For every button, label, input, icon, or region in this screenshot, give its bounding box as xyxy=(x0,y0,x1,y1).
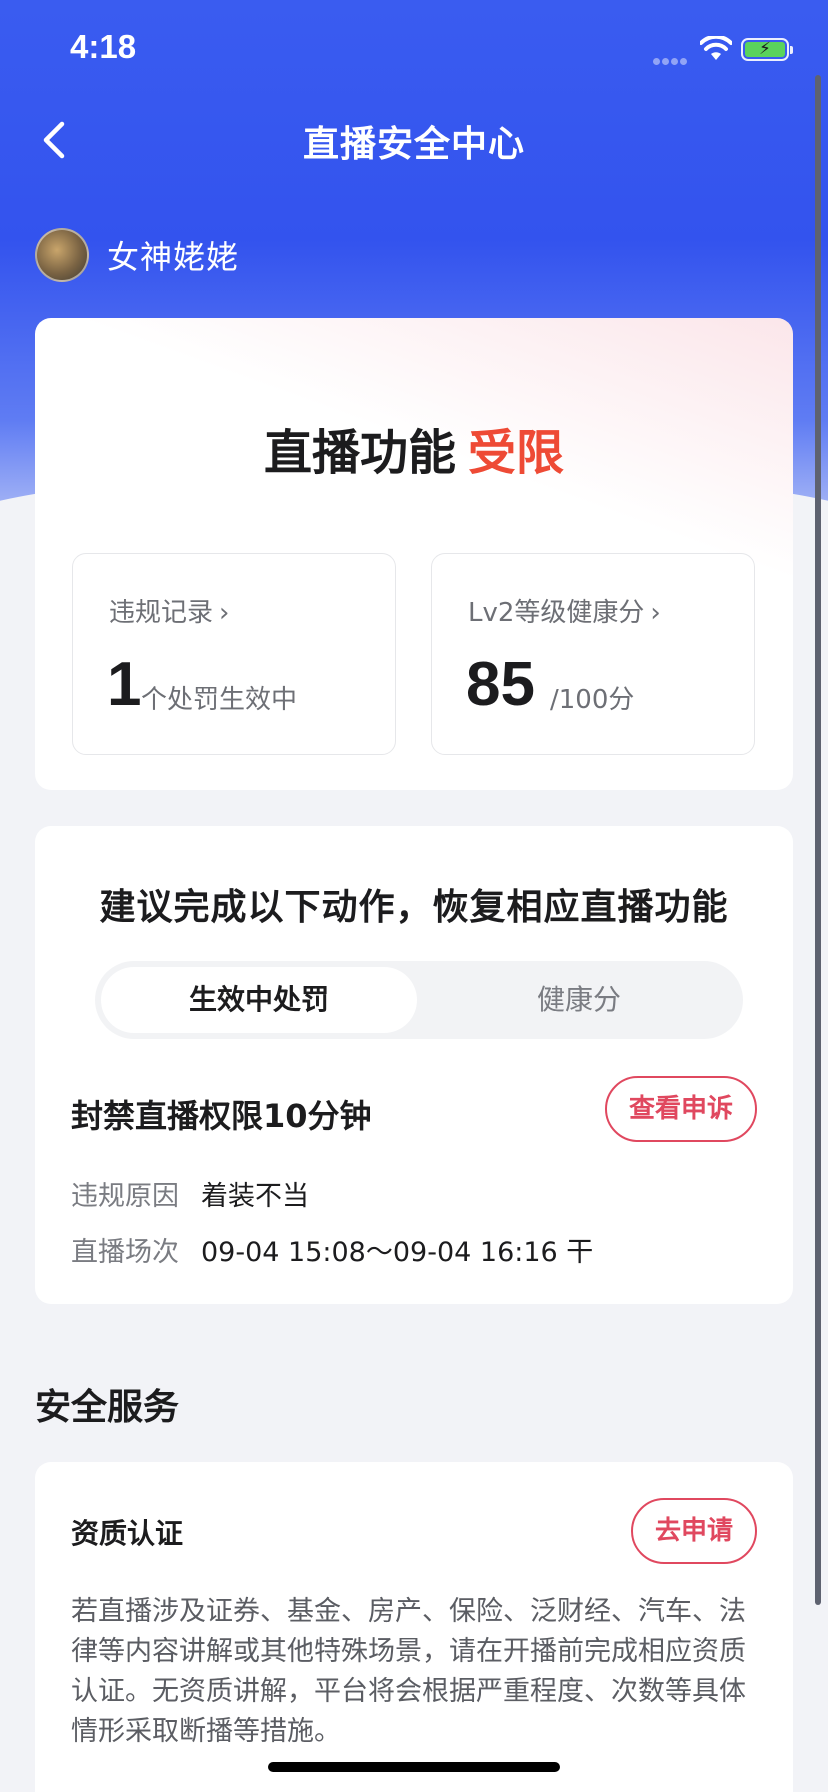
chevron-right-icon: › xyxy=(650,598,661,628)
live-session-value: 09-04 15:08～09-04 16:16 干 xyxy=(201,1237,594,1268)
chevron-right-icon: › xyxy=(219,598,230,628)
violation-record-label[interactable]: 违规记录 › xyxy=(109,592,229,629)
tab-health-score[interactable]: 健康分 xyxy=(421,967,737,1033)
violation-record-box[interactable]: 违规记录 › 1 个处罚生效中 xyxy=(72,553,396,755)
recovery-actions-card: 建议完成以下动作，恢复相应直播功能 生效中处罚 健康分 封禁直播权限10分钟 查… xyxy=(35,826,793,1304)
status-time: 4:18 xyxy=(70,28,137,65)
service-title: 资质认证 xyxy=(71,1517,184,1550)
signal-icon xyxy=(653,50,689,69)
violation-count: 1 xyxy=(107,650,142,719)
status-headline: 直播功能 受限 xyxy=(35,413,793,483)
status-state-badge: 受限 xyxy=(468,425,565,481)
health-score-max: /100分 xyxy=(550,685,635,715)
service-description: 若直播涉及证券、基金、房产、保险、泛财经、汽车、法律等内容讲解或其他特殊场景，请… xyxy=(71,1596,746,1747)
violation-unit: 个处罚生效中 xyxy=(141,685,298,715)
health-score-text: Lv2等级健康分 xyxy=(468,598,645,628)
health-score-value: 85 xyxy=(466,650,535,719)
violation-record-text: 违规记录 xyxy=(109,598,214,628)
penalty-title: 封禁直播权限10分钟 xyxy=(71,1097,372,1135)
health-score-box[interactable]: Lv2等级健康分 › 85 /100分 xyxy=(431,553,755,755)
status-headline-prefix: 直播功能 xyxy=(263,425,456,481)
avatar[interactable] xyxy=(35,228,89,282)
violation-reason-key: 违规原因 xyxy=(71,1181,179,1212)
user-profile[interactable]: 女神姥姥 xyxy=(35,228,239,282)
page-title: 直播安全中心 xyxy=(302,124,525,165)
actions-title: 建议完成以下动作，恢复相应直播功能 xyxy=(99,887,729,928)
live-status-card: 直播功能 受限 违规记录 › 1 个处罚生效中 Lv2等级健康分 › 85 /100分 xyxy=(35,318,793,790)
tab-active-penalties[interactable]: 生效中处罚 xyxy=(101,967,417,1033)
user-name: 女神姥姥 xyxy=(107,238,240,276)
home-indicator[interactable] xyxy=(268,1762,560,1772)
battery-icon: ⚡ xyxy=(741,38,793,61)
violation-reason-row: 违规原因 着装不当 xyxy=(71,1174,309,1213)
navigation-bar: 直播安全中心 xyxy=(0,100,828,180)
status-bar: 4:18 ⚡ xyxy=(0,0,828,100)
safety-services-title: 安全服务 xyxy=(35,1387,180,1428)
live-session-key: 直播场次 xyxy=(71,1237,179,1268)
violation-reason-value: 着装不当 xyxy=(201,1181,309,1212)
view-appeal-button[interactable]: 查看申诉 xyxy=(604,1076,757,1142)
wifi-icon xyxy=(700,36,732,60)
tab-switcher: 生效中处罚 健康分 xyxy=(95,961,743,1039)
qualification-service-card: 资质认证 去申请 若直播涉及证券、基金、房产、保险、泛财经、汽车、法律等内容讲解… xyxy=(35,1462,793,1792)
scrollbar[interactable] xyxy=(815,75,821,1605)
apply-button[interactable]: 去申请 xyxy=(630,1498,757,1564)
health-score-label[interactable]: Lv2等级健康分 › xyxy=(468,592,661,629)
live-session-row: 直播场次 09-04 15:08～09-04 16:16 干 xyxy=(71,1230,593,1269)
